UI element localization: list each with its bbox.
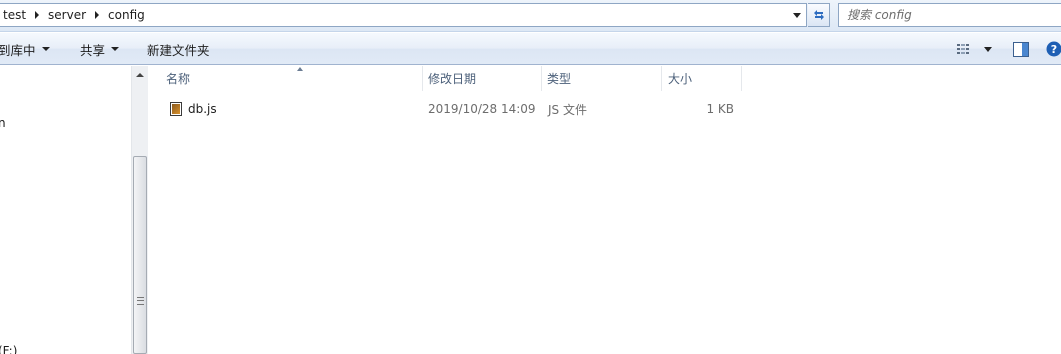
help-icon: ? xyxy=(1046,41,1061,57)
file-name: db.js xyxy=(188,102,217,116)
preview-pane-button[interactable] xyxy=(1013,33,1029,65)
file-list: 名称 修改日期 类型 大小 db.js 2019/10/28 14:09 JS … xyxy=(148,66,1061,354)
nav-scrollbar[interactable] xyxy=(131,66,148,354)
column-header-size[interactable]: 大小 xyxy=(662,66,742,91)
views-icon xyxy=(957,44,969,54)
search-box[interactable] xyxy=(838,3,1061,27)
new-folder-label: 新建文件夹 xyxy=(147,42,210,58)
breadcrumb: test server config xyxy=(0,4,149,26)
breadcrumb-server[interactable]: server xyxy=(44,8,90,22)
navigation-pane: n (F:) xyxy=(0,66,131,354)
address-row: test server config xyxy=(0,0,1061,32)
search-input[interactable] xyxy=(847,8,1047,22)
breadcrumb-test[interactable]: test xyxy=(0,8,30,22)
column-header-modified-label: 修改日期 xyxy=(428,72,477,86)
nav-item-partial[interactable]: n xyxy=(0,116,6,130)
file-name-cell: db.js xyxy=(170,96,217,122)
chevron-down-icon xyxy=(984,46,992,52)
chevron-down-icon xyxy=(793,12,801,18)
preview-pane-icon xyxy=(1013,41,1029,57)
file-row[interactable]: db.js 2019/10/28 14:09 JS 文件 1 KB xyxy=(148,96,748,122)
grip-icon xyxy=(137,297,144,305)
explorer-window: test server config 到库中 共享 xyxy=(0,0,1061,354)
chevron-down-icon xyxy=(41,47,50,51)
command-bar: 到库中 共享 新建文件夹 ? xyxy=(0,33,1061,65)
include-in-library-button[interactable]: 到库中 xyxy=(0,33,50,65)
sort-ascending-icon xyxy=(297,67,303,71)
refresh-button[interactable] xyxy=(808,3,830,27)
chevron-up-icon xyxy=(136,72,144,77)
nav-item-drive-partial[interactable]: (F:) xyxy=(0,344,17,354)
scroll-thumb[interactable] xyxy=(133,156,147,354)
address-bar[interactable]: test server config xyxy=(0,3,807,27)
breadcrumb-config[interactable]: config xyxy=(104,8,149,22)
help-button[interactable]: ? xyxy=(1046,33,1061,65)
breadcrumb-chevron-icon[interactable] xyxy=(30,4,44,26)
column-header-size-label: 大小 xyxy=(668,72,693,86)
column-header-name-label: 名称 xyxy=(166,72,191,86)
file-size: 1 KB xyxy=(706,102,734,116)
file-modified: 2019/10/28 14:09 xyxy=(428,102,536,116)
share-button[interactable]: 共享 xyxy=(80,33,120,65)
svg-text:?: ? xyxy=(1051,43,1057,56)
view-options-dropdown[interactable] xyxy=(984,33,992,65)
column-header-name[interactable]: 名称 xyxy=(160,66,423,91)
change-view-button[interactable] xyxy=(957,33,973,65)
address-history-dropdown[interactable] xyxy=(788,4,806,26)
column-header-type[interactable]: 类型 xyxy=(541,66,662,91)
column-header-type-label: 类型 xyxy=(547,72,572,86)
new-folder-button[interactable]: 新建文件夹 xyxy=(147,33,210,65)
breadcrumb-chevron-icon[interactable] xyxy=(90,4,104,26)
file-type: JS 文件 xyxy=(548,102,587,117)
refresh-icon xyxy=(813,10,824,20)
chevron-down-icon xyxy=(111,47,120,51)
scroll-up-button[interactable] xyxy=(132,66,148,83)
column-header-modified[interactable]: 修改日期 xyxy=(422,66,542,91)
include-in-library-label: 到库中 xyxy=(0,42,36,58)
share-label: 共享 xyxy=(80,42,106,58)
js-file-icon xyxy=(170,102,182,116)
